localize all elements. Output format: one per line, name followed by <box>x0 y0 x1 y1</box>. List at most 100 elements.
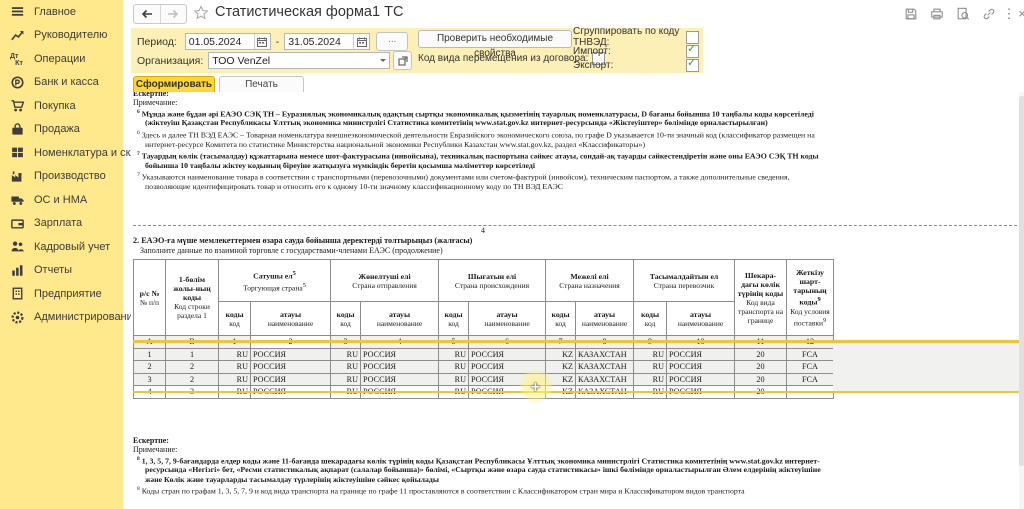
sidebar-item-administration[interactable]: Администрирование <box>0 306 123 330</box>
sidebar-item-inventory[interactable]: Номенклатура и склад <box>0 141 123 165</box>
table-cell[interactable]: RU <box>634 373 667 386</box>
table-cell[interactable]: РОССИЯ <box>469 373 546 386</box>
table-cell[interactable]: КАЗАХСТАН <box>576 361 634 374</box>
table-cell[interactable]: RU <box>439 373 469 386</box>
table-cell[interactable]: КАЗАХСТАН <box>576 373 634 386</box>
header-rownum[interactable]: р/с №№ п/п <box>134 260 166 336</box>
table-cell[interactable]: 20 <box>735 348 787 361</box>
header-origin-country[interactable]: Шығатын еліСтрана происхождения <box>439 260 546 302</box>
table-cell[interactable]: RU <box>219 373 251 386</box>
export-checkbox[interactable]: ✓ <box>686 59 699 72</box>
period-from-field[interactable] <box>185 33 271 50</box>
preview-button[interactable] <box>950 5 976 23</box>
period-more-button[interactable]: ... <box>376 32 408 51</box>
sidebar-item-fixed-assets[interactable]: ОС и НМА <box>0 188 123 212</box>
subheader-code[interactable]: кодыкод <box>331 302 361 336</box>
table-cell[interactable]: 2 <box>134 361 166 374</box>
sidebar-item-main[interactable]: Главное <box>0 0 123 24</box>
sidebar-item-production[interactable]: Производство <box>0 165 123 189</box>
sidebar-item-manager[interactable]: Руководителю <box>0 24 123 48</box>
organization-input[interactable] <box>209 54 377 67</box>
table-cell[interactable]: 1 <box>166 348 219 361</box>
table-cell[interactable]: РОССИЯ <box>361 348 439 361</box>
period-to-calendar-button[interactable] <box>353 34 369 49</box>
table-cell[interactable]: 2 <box>166 373 219 386</box>
sidebar-item-bank-cash[interactable]: Банк и касса <box>0 71 123 95</box>
sidebar-item-operations[interactable]: ДтКтОперации <box>0 47 123 71</box>
table-cell[interactable]: РОССИЯ <box>667 373 735 386</box>
table-cell[interactable]: 3 <box>134 373 166 386</box>
table-cell[interactable]: RU <box>331 361 361 374</box>
vertical-scrollbar[interactable] <box>1019 92 1024 509</box>
header-departure-country[interactable]: Жөнелтуші еліСтрана отправления <box>331 260 439 302</box>
check-properties-button[interactable]: Проверить необходимые свойства <box>418 30 572 48</box>
subheader-name[interactable]: атауынаименование <box>361 302 439 336</box>
table-cell[interactable]: RU <box>331 373 361 386</box>
table-cell[interactable]: РОССИЯ <box>361 373 439 386</box>
organization-field[interactable] <box>208 52 390 69</box>
table-cell[interactable]: РОССИЯ <box>251 361 331 374</box>
table-cell[interactable]: FCA <box>787 361 834 374</box>
organization-open-button[interactable] <box>393 51 412 70</box>
scrollbar-thumb[interactable] <box>1019 96 1024 466</box>
save-button[interactable] <box>898 5 924 23</box>
table-cell[interactable]: 2 <box>166 361 219 374</box>
sidebar-item-enterprise[interactable]: Предприятие <box>0 282 123 306</box>
header-transport-code[interactable]: Шекара-дағы көлік түрінің кодыКод вида т… <box>735 260 787 336</box>
header-carrier-country[interactable]: Тасымалдайтын елСтрана перевозчик <box>634 260 735 302</box>
forward-button[interactable] <box>161 5 187 23</box>
table-cell[interactable]: FCA <box>787 348 834 361</box>
table-cell[interactable]: KZ <box>546 361 576 374</box>
table-cell[interactable]: 20 <box>735 361 787 374</box>
table-cell[interactable]: РОССИЯ <box>361 361 439 374</box>
subheader-name[interactable]: атауынаименование <box>251 302 331 336</box>
header-trading-country[interactable]: Сатушы ел5Торгующая страна5 <box>219 260 331 302</box>
spreadsheet-document[interactable]: Ескертпе: Примечание: 6 Мұнда және бұдан… <box>131 92 1019 509</box>
subheader-name[interactable]: атауынаименование <box>469 302 546 336</box>
back-button[interactable] <box>134 5 161 23</box>
header-delivery-code[interactable]: Жеткізу шарт-тарының коды9Код условия по… <box>787 260 834 336</box>
table-cell[interactable]: RU <box>634 361 667 374</box>
table-cell[interactable]: KZ <box>546 373 576 386</box>
subheader-code[interactable]: кодыкод <box>546 302 576 336</box>
table-cell[interactable]: РОССИЯ <box>251 348 331 361</box>
link-button[interactable] <box>976 5 1002 23</box>
table-cell[interactable]: РОССИЯ <box>469 348 546 361</box>
table-cell[interactable]: РОССИЯ <box>469 361 546 374</box>
table-cell[interactable]: FCA <box>787 373 834 386</box>
subheader-name[interactable]: атауынаименование <box>576 302 634 336</box>
period-to-field[interactable] <box>284 33 370 50</box>
table-cell[interactable]: 20 <box>735 373 787 386</box>
sidebar-item-reports[interactable]: Отчеты <box>0 259 123 283</box>
subheader-code[interactable]: кодыкод <box>439 302 469 336</box>
sidebar-item-hr[interactable]: Кадровый учет <box>0 235 123 259</box>
period-from-calendar-button[interactable] <box>254 34 270 49</box>
chevron-down-icon[interactable] <box>377 53 389 68</box>
table-cell[interactable]: КАЗАХСТАН <box>576 348 634 361</box>
table-cell[interactable]: 1 <box>134 348 166 361</box>
sidebar-item-purchase[interactable]: Покупка <box>0 94 123 118</box>
more-button[interactable]: ⋮ <box>1002 5 1016 23</box>
sidebar-item-sale[interactable]: Продажа <box>0 118 123 142</box>
subheader-code[interactable]: кодыкод <box>219 302 251 336</box>
close-button[interactable]: × <box>1016 5 1024 23</box>
period-from-input[interactable] <box>186 35 254 48</box>
favorite-button[interactable] <box>193 5 209 21</box>
table-cell[interactable]: RU <box>219 348 251 361</box>
table-cell[interactable]: RU <box>331 348 361 361</box>
sidebar-item-salary[interactable]: Зарплата <box>0 212 123 236</box>
table-cell[interactable]: KZ <box>546 348 576 361</box>
table-cell[interactable]: РОССИЯ <box>251 373 331 386</box>
period-to-input[interactable] <box>285 35 353 48</box>
table-cell[interactable]: RU <box>219 361 251 374</box>
subheader-code[interactable]: кодыкод <box>634 302 667 336</box>
table-cell[interactable]: RU <box>634 348 667 361</box>
header-section-code[interactable]: 1-бөлім жолы-ның кодыКод строки раздела … <box>166 260 219 336</box>
print-button[interactable] <box>924 5 950 23</box>
subheader-name[interactable]: атауынаименование <box>667 302 735 336</box>
table-cell[interactable]: РОССИЯ <box>667 348 735 361</box>
table-cell[interactable]: RU <box>439 348 469 361</box>
table-cell[interactable]: РОССИЯ <box>667 361 735 374</box>
table-cell[interactable]: RU <box>439 361 469 374</box>
header-destination-country[interactable]: Межелі еліСтрана назначения <box>546 260 634 302</box>
